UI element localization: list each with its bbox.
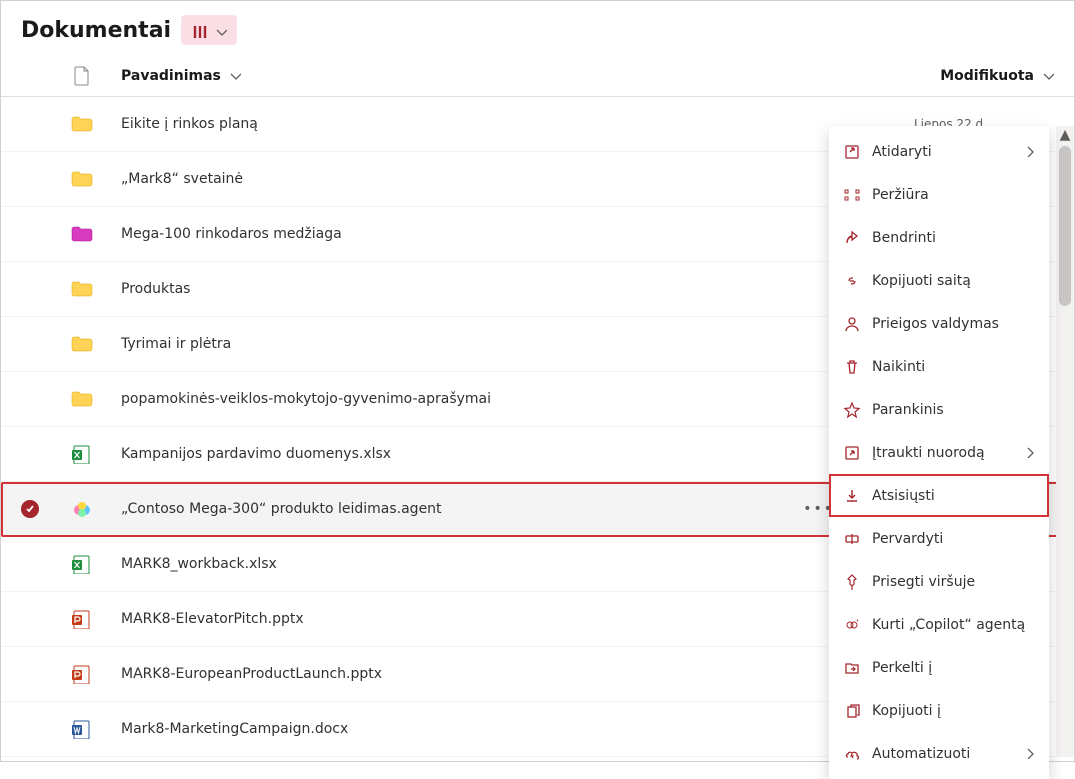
- type-column-header[interactable]: [71, 65, 121, 87]
- rename-icon: [843, 530, 861, 548]
- menu-item-label: Kurti „Copilot“ agentą: [872, 617, 1035, 633]
- item-name[interactable]: „Mark8“ svetainė: [121, 171, 914, 187]
- delete-icon: [843, 358, 861, 376]
- menu-item-label: Perkelti į: [872, 660, 1035, 676]
- copy-icon: [843, 702, 861, 720]
- chevron-down-icon: [227, 67, 241, 85]
- ppt-icon: [71, 664, 121, 684]
- menu-item-share[interactable]: Bendrinti: [829, 216, 1049, 259]
- item-name[interactable]: Mark8-MarketingCampaign.docx: [121, 721, 914, 737]
- chevron-right-icon: [1021, 444, 1035, 461]
- library-header: Dokumentai: [1, 1, 1074, 55]
- item-name[interactable]: Kampanijos pardavimo duomenys.xlsx: [121, 446, 914, 462]
- item-name[interactable]: Mega-100 rinkodaros medžiaga: [121, 226, 914, 242]
- modified-column-label: Modifikuota: [940, 68, 1034, 84]
- menu-item-label: Peržiūra: [872, 187, 1035, 203]
- item-name[interactable]: Produktas: [121, 281, 914, 297]
- preview-icon: [843, 186, 861, 204]
- scroll-up-arrow[interactable]: ▲: [1056, 126, 1074, 144]
- folder-yellow-icon: [71, 334, 121, 354]
- menu-item-label: Naikinti: [872, 359, 1035, 375]
- menu-item-label: Kopijuoti saitą: [872, 273, 1035, 289]
- access-icon: [843, 315, 861, 333]
- menu-item-label: Atidaryti: [872, 144, 1010, 160]
- folder-yellow-icon: [71, 279, 121, 299]
- link-icon: [843, 272, 861, 290]
- page-title: Dokumentai: [21, 18, 171, 43]
- excel-icon: [71, 554, 121, 574]
- menu-item-copy[interactable]: Kopijuoti į: [829, 689, 1049, 732]
- menu-item-open[interactable]: Atidaryti: [829, 130, 1049, 173]
- menu-item-label: Įtraukti nuorodą: [872, 445, 1010, 461]
- chevron-down-icon: [213, 23, 227, 37]
- move-icon: [843, 659, 861, 677]
- excel-icon: [71, 444, 121, 464]
- word-icon: [71, 719, 121, 739]
- copilot-icon: [71, 499, 121, 519]
- chevron-right-icon: [1021, 143, 1035, 160]
- menu-item-star[interactable]: Parankinis: [829, 388, 1049, 431]
- pin-icon: [843, 573, 861, 591]
- folder-pink-icon: [71, 224, 121, 244]
- checkmark-icon: [21, 500, 39, 518]
- share-icon: [843, 229, 861, 247]
- star-icon: [843, 401, 861, 419]
- menu-item-label: Prisegti viršuje: [872, 574, 1035, 590]
- view-options-button[interactable]: [181, 15, 237, 45]
- item-name[interactable]: Tyrimai ir plėtra: [121, 336, 914, 352]
- menu-item-pin[interactable]: Prisegti viršuje: [829, 560, 1049, 603]
- download-icon: [843, 487, 861, 505]
- column-headers-row: Pavadinimas Modifikuota: [1, 55, 1074, 97]
- item-name[interactable]: popamokinės-veiklos-mokytojo-gyvenimo-ap…: [121, 391, 914, 407]
- menu-item-access[interactable]: Prieigos valdymas: [829, 302, 1049, 345]
- menu-item-copilotmk[interactable]: Kurti „Copilot“ agentą: [829, 603, 1049, 646]
- menu-item-label: Automatizuoti: [872, 746, 1010, 762]
- folder-yellow-icon: [71, 114, 121, 134]
- item-name[interactable]: MARK8-ElevatorPitch.pptx: [121, 611, 914, 627]
- item-name[interactable]: „Contoso Mega-300“ produkto leidimas.age…: [121, 501, 914, 517]
- modified-column-header[interactable]: Modifikuota: [914, 67, 1054, 85]
- item-name[interactable]: Eikite į rinkos planą: [121, 116, 914, 132]
- row-select[interactable]: [21, 500, 71, 518]
- menu-item-download[interactable]: Atsisiųsti: [829, 474, 1049, 517]
- menu-item-label: Bendrinti: [872, 230, 1035, 246]
- menu-item-label: Kopijuoti į: [872, 703, 1035, 719]
- menu-item-shortcut[interactable]: Įtraukti nuorodą: [829, 431, 1049, 474]
- library-view-icon: [191, 22, 207, 38]
- shortcut-icon: [843, 444, 861, 462]
- chevron-down-icon: [1040, 67, 1054, 85]
- folder-yellow-icon: [71, 389, 121, 409]
- scroll-thumb[interactable]: [1059, 146, 1071, 306]
- chevron-right-icon: [1021, 745, 1035, 762]
- copilotmk-icon: [843, 616, 861, 634]
- menu-item-preview[interactable]: Peržiūra: [829, 173, 1049, 216]
- context-menu: Atidaryti Peržiūra Bendrinti Kopijuoti sait…: [829, 126, 1049, 779]
- file-type-icon: [71, 65, 89, 87]
- folder-yellow-icon: [71, 169, 121, 189]
- item-name[interactable]: MARK8_workback.xlsx: [121, 556, 914, 572]
- menu-item-label: Parankinis: [872, 402, 1035, 418]
- ppt-icon: [71, 609, 121, 629]
- menu-item-automate[interactable]: Automatizuoti: [829, 732, 1049, 775]
- automate-icon: [843, 745, 861, 763]
- menu-item-label: Pervardyti: [872, 531, 1035, 547]
- menu-item-rename[interactable]: Pervardyti: [829, 517, 1049, 560]
- menu-item-link[interactable]: Kopijuoti saitą: [829, 259, 1049, 302]
- item-name[interactable]: MARK8-EuropeanProductLaunch.pptx: [121, 666, 914, 682]
- menu-item-label: Atsisiųsti: [872, 488, 1035, 504]
- context-menu-scrollbar[interactable]: ▲: [1056, 126, 1074, 756]
- menu-item-label: Prieigos valdymas: [872, 316, 1035, 332]
- menu-item-move[interactable]: Perkelti į: [829, 646, 1049, 689]
- menu-item-delete[interactable]: Naikinti: [829, 345, 1049, 388]
- open-icon: [843, 143, 861, 161]
- name-column-header[interactable]: Pavadinimas: [121, 67, 914, 85]
- name-column-label: Pavadinimas: [121, 68, 221, 84]
